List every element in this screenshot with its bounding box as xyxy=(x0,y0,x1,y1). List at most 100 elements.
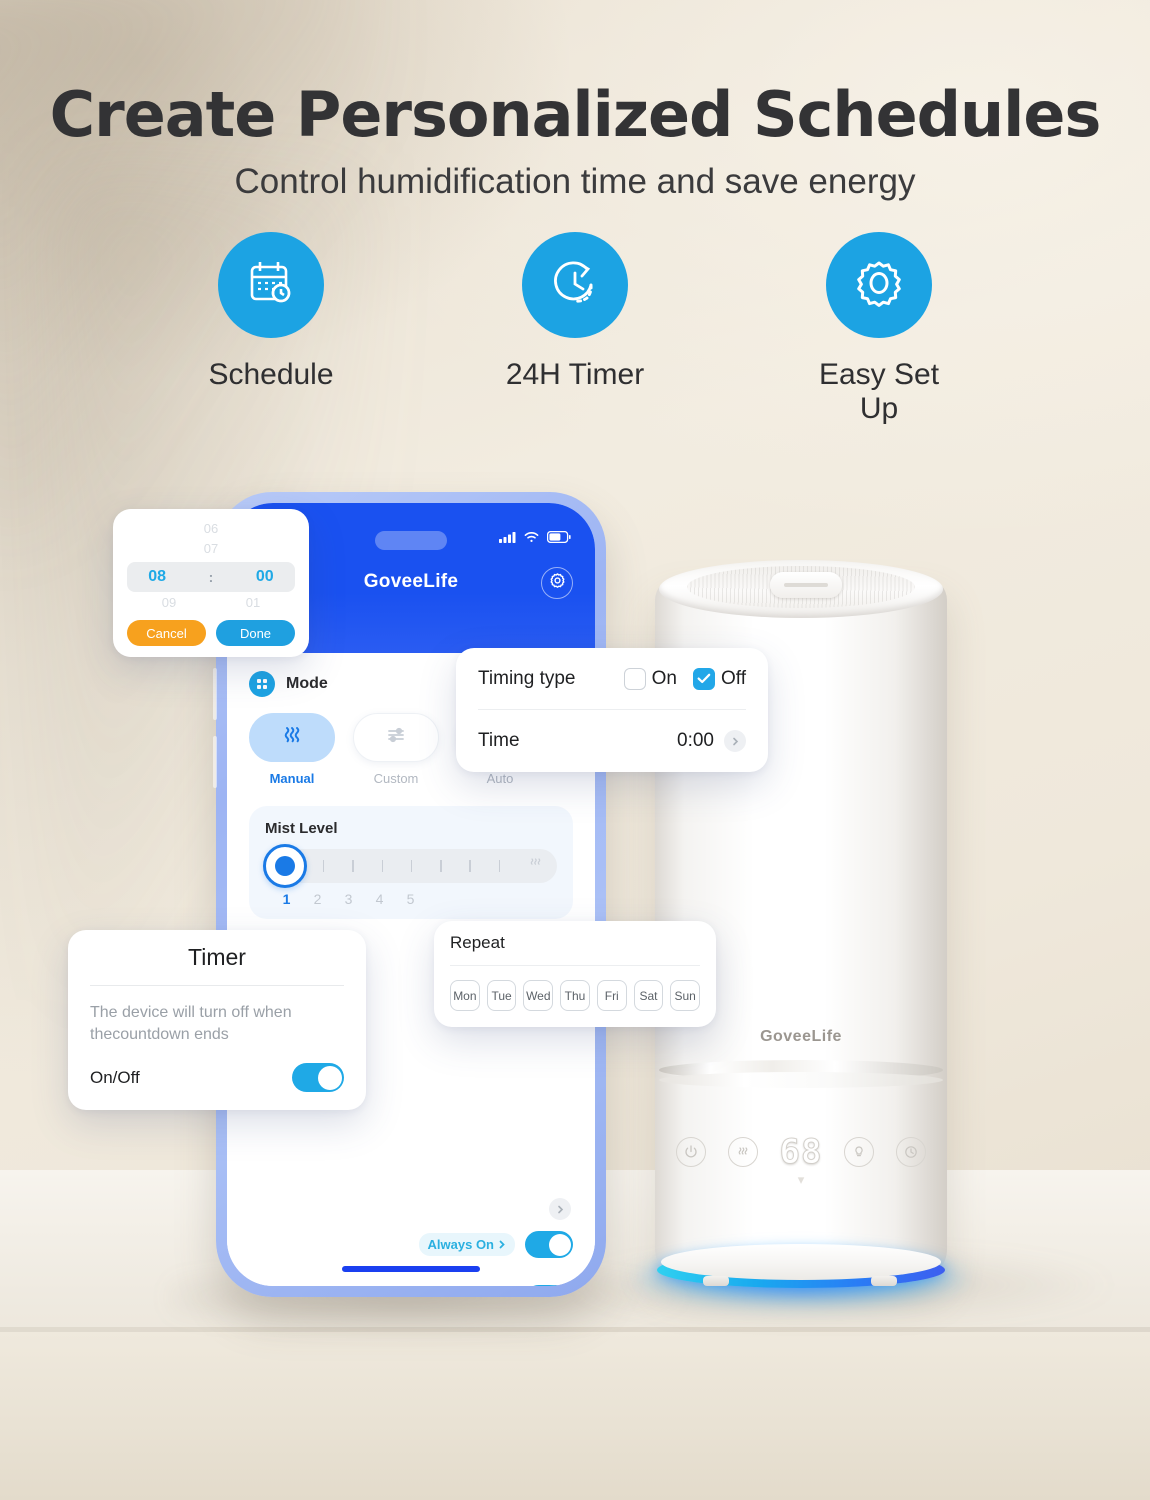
timer-divider xyxy=(90,985,344,986)
checkbox-off[interactable] xyxy=(693,667,715,690)
feature-24h-timer: 24H Timer xyxy=(492,232,658,426)
timing-option-on[interactable]: On xyxy=(623,667,677,690)
repeat-day-sat[interactable]: Sat xyxy=(633,980,664,1011)
timing-option-off-label: Off xyxy=(721,667,746,689)
timer-toggle[interactable] xyxy=(292,1063,344,1093)
repeat-day-mon[interactable]: Mon xyxy=(450,980,480,1011)
section-chevron-icon[interactable] xyxy=(549,1198,571,1220)
app-settings-button[interactable] xyxy=(541,567,573,599)
signal-icon xyxy=(499,530,516,548)
repeat-day-tue[interactable]: Tue xyxy=(486,980,517,1011)
time-picker-minute[interactable]: 00 xyxy=(256,568,274,586)
timing-option-on-label: On xyxy=(651,667,677,689)
device-seam-ring-lower xyxy=(659,1072,943,1088)
device-mist-spout xyxy=(770,572,842,598)
timing-type-label: Timing type xyxy=(478,667,576,689)
time-picker-card: 06 07 08 : 00 09 01 Cancel Done xyxy=(113,509,309,657)
timing-type-options: On Off xyxy=(623,667,746,690)
mist-number[interactable]: 2 xyxy=(302,891,333,907)
night-light-toggle[interactable] xyxy=(525,1285,573,1286)
repeat-divider xyxy=(450,965,700,966)
sliders-icon xyxy=(384,723,408,752)
wifi-icon xyxy=(524,530,539,548)
timer-toggle-label: On/Off xyxy=(90,1067,140,1087)
feature-icon-badge xyxy=(826,232,932,338)
always-on-toggle[interactable] xyxy=(525,1231,573,1258)
phone-status-bar xyxy=(499,530,571,548)
time-label: Time xyxy=(478,730,520,751)
mode-tab-label: Auto xyxy=(486,771,514,786)
feature-schedule: Schedule xyxy=(188,232,354,426)
mist-number[interactable]: 5 xyxy=(395,891,426,907)
phone-home-indicator xyxy=(342,1266,480,1272)
mist-level-card: Mist Level 1 2 3 4 5 xyxy=(249,806,573,919)
repeat-day-wed[interactable]: Wed xyxy=(523,980,554,1011)
time-picker-minute-below: 01 xyxy=(245,595,261,611)
lamp-icon xyxy=(251,1285,277,1286)
mode-tab-manual[interactable]: Manual xyxy=(249,713,335,786)
cancel-button[interactable]: Cancel xyxy=(127,620,206,647)
mist-number[interactable]: 3 xyxy=(333,891,364,907)
humidity-drop-icon: ▾ xyxy=(797,1172,805,1187)
timing-type-row: Timing type On Off xyxy=(478,648,746,710)
gear-icon xyxy=(549,572,566,594)
mode-pill xyxy=(249,713,335,762)
gear-icon xyxy=(851,255,907,316)
phone-volume-down-button[interactable] xyxy=(213,736,217,788)
power-icon[interactable] xyxy=(675,1137,706,1167)
device-humidity-display: 68 xyxy=(779,1132,823,1173)
mode-tab-label: Manual xyxy=(269,771,315,786)
mist-level-numbers: 1 2 3 4 5 xyxy=(265,891,557,907)
phone-volume-up-button[interactable] xyxy=(213,668,217,720)
repeat-day-fri[interactable]: Fri xyxy=(596,980,627,1011)
calendar-clock-icon xyxy=(243,255,299,316)
time-picker-hour-below: 09 xyxy=(161,595,177,611)
time-picker-hour[interactable]: 08 xyxy=(148,568,166,586)
checkbox-on[interactable] xyxy=(623,667,646,690)
grid-icon xyxy=(249,671,275,697)
clock-arrow-icon xyxy=(546,254,604,317)
always-on-row: Always On xyxy=(418,1231,573,1258)
time-picker-selection[interactable]: 08 : 00 xyxy=(127,562,295,593)
time-value: 0:00 xyxy=(677,730,714,751)
repeat-day-sun[interactable]: Sun xyxy=(670,980,701,1011)
mist-number[interactable]: 1 xyxy=(271,891,302,907)
timing-time-row[interactable]: Time 0:00 xyxy=(478,710,746,772)
done-button[interactable]: Done xyxy=(216,620,295,647)
mode-tab-custom[interactable]: Custom xyxy=(353,713,439,786)
mist-number[interactable]: 4 xyxy=(364,891,395,907)
feature-icon-badge xyxy=(522,232,628,338)
night-light-icon[interactable] xyxy=(844,1137,875,1167)
chevron-right-icon[interactable] xyxy=(724,730,746,752)
device-base xyxy=(661,1244,941,1280)
repeat-day-thu[interactable]: Thu xyxy=(560,980,590,1011)
mode-tab-label: Custom xyxy=(373,771,419,786)
mist-icon[interactable] xyxy=(727,1137,758,1167)
feature-label: Easy Set Up xyxy=(818,358,940,425)
repeat-days: Mon Tue Wed Thu Fri Sat Sun xyxy=(450,980,701,1011)
feature-easy-setup: Easy Set Up xyxy=(796,232,962,426)
repeat-title: Repeat xyxy=(450,933,505,952)
timer-title: Timer xyxy=(188,944,246,970)
feature-label: Schedule xyxy=(208,358,334,391)
mode-pill xyxy=(353,713,439,762)
timer-card: Timer The device will turn off when thec… xyxy=(68,930,366,1111)
always-on-tag[interactable]: Always On xyxy=(418,1233,515,1256)
mist-waves-icon xyxy=(280,723,304,752)
phone-dynamic-island xyxy=(375,531,447,550)
time-picker-below-row: 09 01 xyxy=(127,595,295,610)
night-light-row: Night Light xyxy=(251,1285,573,1286)
device-foot-left xyxy=(703,1276,729,1286)
timer-icon[interactable] xyxy=(896,1137,927,1167)
timing-option-off[interactable]: Off xyxy=(693,667,746,690)
page-title: Create Personalized Schedules xyxy=(49,78,1102,151)
mist-level-slider[interactable] xyxy=(263,844,557,888)
table-front-edge xyxy=(0,1332,1150,1500)
always-on-label: Always On xyxy=(427,1237,494,1252)
mist-level-title: Mist Level xyxy=(265,820,338,837)
mode-label: Mode xyxy=(286,675,328,692)
mist-level-ticks xyxy=(309,857,557,875)
time-picker-colon: : xyxy=(208,569,214,586)
mist-level-knob[interactable] xyxy=(263,844,307,888)
feature-icon-badge xyxy=(218,232,324,338)
